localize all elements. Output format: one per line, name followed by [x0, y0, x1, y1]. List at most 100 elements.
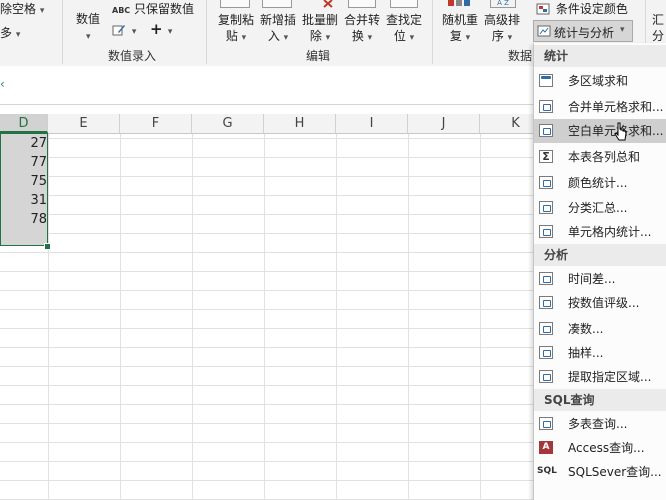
find-locate-button[interactable]: 查找定 位 ▾ — [384, 12, 424, 46]
formula-bar-fragment-icon: ‹ — [0, 77, 5, 91]
insert-new-label-1: 新增插 — [259, 13, 296, 27]
menu-item-sqlserver-query[interactable]: SQL SQLSever查询... — [534, 460, 666, 484]
calc-icon — [539, 124, 553, 137]
plus-icon: + — [150, 20, 163, 38]
cell-value[interactable]: 27 — [1, 134, 47, 153]
random-repeat-button[interactable]: 随机重 复 ▾ — [440, 12, 480, 46]
menu-section-statistics: 统计 — [534, 45, 666, 67]
more-button[interactable]: 多 ▾ — [0, 26, 20, 42]
advanced-sort-button[interactable]: 高级排 序 ▾ — [482, 12, 522, 46]
column-header-e[interactable]: E — [48, 114, 120, 133]
column-header-g[interactable]: G — [192, 114, 264, 133]
column-header-i[interactable]: I — [336, 114, 408, 133]
cell-value[interactable]: 75 — [1, 172, 47, 191]
insert-icon — [262, 0, 292, 8]
plus-button[interactable]: + ▾ — [150, 22, 172, 39]
insert-new-label-2: 入 ▾ — [267, 29, 289, 43]
dropdown-arrow-icon: ▾ — [167, 27, 173, 37]
menu-item-subtotals[interactable]: 分类汇总... — [534, 196, 666, 220]
calc-icon — [539, 296, 553, 309]
cell-value[interactable]: 31 — [1, 191, 47, 210]
group-label-data: 数据 — [508, 49, 533, 63]
menu-item-column-totals[interactable]: Σ 本表各列总和 — [534, 145, 666, 169]
conditional-color-label: 条件设定颜色 — [555, 2, 628, 16]
calc-icon — [539, 176, 553, 189]
copy-paste-icon — [220, 0, 250, 8]
merge-convert-icon — [348, 0, 376, 8]
mouse-cursor-icon — [614, 122, 627, 141]
menu-item-time-diff[interactable]: 时间差... — [534, 267, 666, 291]
copy-paste-button[interactable]: 复制粘 贴 ▾ — [216, 12, 256, 46]
dropdown-arrow-icon: ▾ — [620, 25, 625, 35]
summary-label-2: 分 — [652, 29, 665, 43]
values-dropdown-icon[interactable]: ▾ — [86, 28, 91, 44]
menu-item-blank-cell-sum[interactable]: 空白单元格求和... — [534, 119, 666, 143]
advanced-sort-label-2: 序 ▾ — [491, 29, 513, 43]
group-label-edit: 编辑 — [306, 49, 331, 63]
batch-delete-icon — [323, 0, 333, 8]
summary-button[interactable]: 汇 分 — [652, 12, 664, 44]
menu-item-multi-area-sum[interactable]: 多区域求和 — [534, 69, 666, 93]
advanced-sort-icon: A Z — [490, 0, 516, 8]
group-label-data-entry: 数值录入 — [108, 49, 157, 63]
column-header-d[interactable]: D — [0, 114, 48, 133]
calc-icon — [539, 370, 553, 383]
keep-values-button[interactable]: ABC 只保留数值 — [112, 2, 194, 18]
dropdown-arrow-icon: ▾ — [39, 6, 45, 16]
sigma-icon: Σ — [539, 150, 553, 163]
menu-item-extract-range[interactable]: 提取指定区域... — [534, 365, 666, 389]
menu-item-make-up-total[interactable]: 凑数... — [534, 317, 666, 341]
values-button[interactable]: 数值 — [76, 12, 100, 26]
column-header-f[interactable]: F — [120, 114, 192, 133]
stats-analysis-button[interactable]: 统计与分析 ▾ — [533, 20, 633, 42]
batch-delete-label-2: 除 ▾ — [309, 29, 331, 43]
calc-icon — [539, 201, 553, 214]
values-label: 数值 — [76, 12, 101, 26]
remove-spaces-button[interactable]: 除空格 ▾ — [0, 2, 44, 18]
sql-icon: SQL — [537, 466, 557, 476]
calc-icon — [539, 272, 553, 285]
menu-item-grade-by-value[interactable]: 按数值评级... — [534, 291, 666, 315]
conditional-color-button[interactable]: 条件设定颜色 — [536, 2, 628, 16]
remove-spaces-label: 除空格 — [0, 2, 37, 16]
table-icon — [539, 74, 553, 87]
conditional-color-icon — [536, 3, 550, 15]
stats-analysis-menu: 统计 多区域求和 合并单元格求和... 空白单元格求和... Σ 本表各列总和 … — [533, 43, 666, 500]
menu-item-multi-table-query[interactable]: 多表查询... — [534, 412, 666, 436]
menu-section-sql-query: SQL查询 — [534, 389, 666, 411]
group-separator — [432, 0, 433, 64]
cell-value[interactable]: 78 — [1, 210, 47, 229]
batch-delete-label-1: 批量删 — [301, 13, 338, 27]
menu-section-analysis: 分析 — [534, 244, 666, 266]
calc-icon — [539, 225, 553, 238]
calc-icon — [539, 100, 553, 113]
stats-analysis-label: 统计与分析 — [554, 26, 615, 40]
menu-item-access-query[interactable]: A Access查询... — [534, 436, 666, 460]
column-header-j[interactable]: J — [408, 114, 480, 133]
group-separator — [206, 0, 207, 64]
cell-value[interactable]: 77 — [1, 153, 47, 172]
edit-pen-button[interactable]: ▾ — [112, 23, 136, 39]
menu-item-in-cell-stats[interactable]: 单元格内统计... — [534, 220, 666, 244]
column-header-h[interactable]: H — [264, 114, 336, 133]
stats-analysis-icon — [537, 25, 551, 37]
group-separator — [62, 0, 63, 64]
random-repeat-icon — [448, 0, 470, 6]
selected-range[interactable]: 27 77 75 31 78 — [0, 133, 48, 246]
dropdown-arrow-icon: ▾ — [131, 27, 137, 37]
copy-paste-label-2: 贴 ▾ — [225, 29, 247, 43]
access-icon: A — [539, 441, 553, 454]
find-locate-icon — [390, 0, 418, 8]
insert-new-button[interactable]: 新增插 入 ▾ — [258, 12, 298, 46]
multi-table-query-icon — [539, 417, 553, 430]
more-label: 多 — [0, 26, 13, 40]
batch-delete-button[interactable]: 批量删 除 ▾ — [300, 12, 340, 46]
merge-convert-button[interactable]: 合并转 换 ▾ — [342, 12, 382, 46]
fill-handle[interactable] — [44, 243, 51, 250]
calc-icon — [539, 346, 553, 359]
random-repeat-label-1: 随机重 — [441, 13, 478, 27]
menu-item-color-stats[interactable]: 颜色统计... — [534, 171, 666, 195]
dropdown-arrow-icon: ▾ — [15, 30, 21, 40]
menu-item-merged-cell-sum[interactable]: 合并单元格求和... — [534, 95, 666, 119]
menu-item-sampling[interactable]: 抽样... — [534, 341, 666, 365]
